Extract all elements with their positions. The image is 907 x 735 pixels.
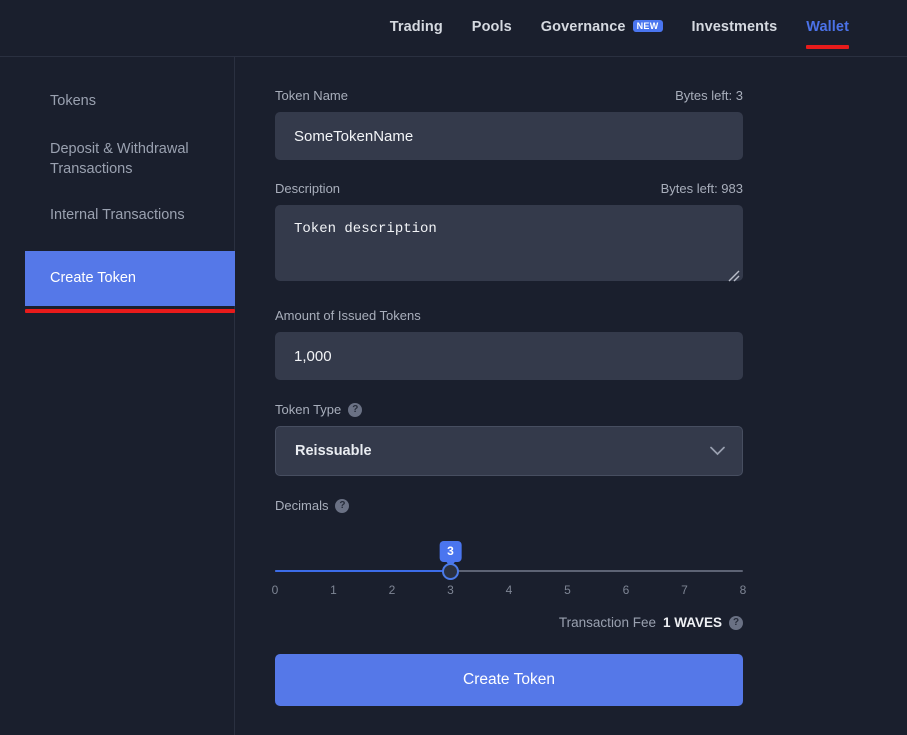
nav-item-investments[interactable]: Investments [692, 19, 778, 37]
nav-item-pools[interactable]: Pools [472, 19, 512, 37]
slider-thumb[interactable] [442, 563, 459, 580]
slider-tick-8: 8 [739, 583, 747, 597]
slider-tick-6: 6 [622, 583, 630, 597]
sidebar-item-tokens[interactable]: Tokens [0, 91, 234, 112]
nav-item-trading[interactable]: Trading [390, 19, 443, 37]
slider-tick-7: 7 [681, 583, 688, 597]
field-amount: Amount of Issued Tokens [275, 308, 743, 380]
sidebar-item-create-token[interactable]: Create Token [25, 251, 235, 313]
token-type-label: Token Type ? [275, 402, 363, 417]
token-name-label: Token Name [275, 88, 348, 103]
nav-label-wallet: Wallet [806, 19, 849, 35]
field-token-type: Token Type ? Reissuable [275, 402, 743, 476]
slider-tick-5: 5 [564, 583, 571, 597]
slider-tick-4: 4 [505, 583, 513, 597]
nav-label-pools: Pools [471, 19, 512, 35]
sidebar-item-deposit-withdrawal[interactable]: Deposit & Withdrawal Transactions [0, 139, 234, 180]
chevron-down-icon [710, 446, 725, 456]
app-root: Trading Pools Governance NEW Investments… [0, 0, 907, 735]
nav-item-governance[interactable]: Governance NEW [541, 19, 663, 37]
active-sidebar-underline [25, 308, 235, 313]
slider-tick-0: 0 [271, 583, 279, 597]
nav-item-wallet[interactable]: Wallet [806, 19, 849, 49]
slider-tick-3: 3 [447, 583, 454, 597]
description-bytes-left: Bytes left: 983 [660, 181, 743, 196]
description-textarea[interactable]: Token description [275, 205, 743, 281]
amount-input[interactable] [275, 332, 743, 380]
field-decimals: Decimals ? 3 0 1 2 3 4 5 6 7 8 [271, 498, 747, 603]
nav-label-investments: Investments [691, 19, 778, 35]
sidebar: Tokens Deposit & Withdrawal Transactions… [0, 57, 235, 735]
amount-header: Amount of Issued Tokens [275, 308, 743, 323]
decimals-help-icon[interactable]: ? [335, 498, 350, 513]
token-name-input[interactable] [275, 112, 743, 160]
description-label: Description [275, 181, 341, 196]
description-header: Description Bytes left: 983 [275, 181, 743, 196]
description-wrapper: Token description [275, 205, 743, 286]
slider-tick-1: 1 [330, 583, 337, 597]
sidebar-item-internal-transactions[interactable]: Internal Transactions [0, 205, 234, 226]
main-nav: Trading Pools Governance NEW Investments… [390, 19, 849, 49]
token-type-selected-value: Reissuable [295, 443, 372, 459]
slider-tick-labels: 0 1 2 3 4 5 6 7 8 [271, 583, 747, 599]
create-token-form: Token Name Bytes left: 3 Description Byt… [236, 57, 907, 735]
slider-tick-2: 2 [388, 583, 396, 597]
top-header: Trading Pools Governance NEW Investments… [0, 0, 907, 57]
decimals-label-text: Decimals [275, 498, 329, 513]
sidebar-label-tokens: Tokens [50, 93, 96, 109]
field-description: Description Bytes left: 983 Token descri… [275, 181, 743, 286]
nav-label-trading: Trading [389, 19, 443, 35]
transaction-fee-value: 1 WAVES [662, 615, 722, 630]
sidebar-label-create-token: Create Token [50, 270, 136, 287]
new-badge: NEW [632, 19, 663, 33]
sidebar-label-deposit-withdrawal: Deposit & Withdrawal Transactions [50, 140, 189, 178]
decimals-slider[interactable]: 3 0 1 2 3 4 5 6 7 8 [271, 541, 747, 603]
decimals-header: Decimals ? [275, 498, 743, 513]
active-nav-underline [806, 45, 849, 49]
amount-label: Amount of Issued Tokens [275, 308, 421, 323]
transaction-fee-help-icon[interactable]: ? [729, 615, 743, 630]
token-name-bytes-left: Bytes left: 3 [675, 88, 743, 103]
token-type-label-text: Token Type [275, 402, 342, 417]
field-token-name: Token Name Bytes left: 3 [275, 88, 743, 160]
sidebar-label-internal-transactions: Internal Transactions [50, 206, 185, 223]
create-token-button[interactable]: Create Token [275, 654, 743, 706]
token-type-header: Token Type ? [275, 402, 743, 417]
transaction-fee-label: Transaction Fee [558, 615, 656, 630]
token-type-select[interactable]: Reissuable [275, 426, 743, 476]
token-name-header: Token Name Bytes left: 3 [275, 88, 743, 103]
token-type-help-icon[interactable]: ? [348, 402, 363, 417]
slider-fill [275, 570, 451, 572]
slider-value-tooltip: 3 [439, 541, 462, 562]
transaction-fee-row: Transaction Fee 1 WAVES ? [275, 615, 743, 630]
nav-label-governance: Governance [540, 19, 626, 35]
decimals-label: Decimals ? [275, 498, 350, 513]
